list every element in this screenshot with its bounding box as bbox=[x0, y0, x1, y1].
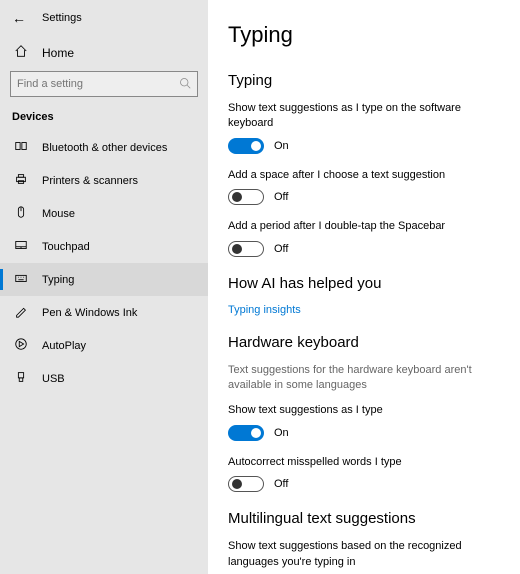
mouse-icon bbox=[14, 205, 28, 222]
section-hardware: Hardware keyboard bbox=[228, 334, 500, 351]
setting-label: Add a space after I choose a text sugges… bbox=[228, 168, 500, 183]
sidebar-item-pen[interactable]: Pen & Windows Ink bbox=[0, 296, 208, 329]
hardware-note: Text suggestions for the hardware keyboa… bbox=[228, 363, 500, 394]
bluetooth-icon bbox=[14, 139, 28, 156]
search-box[interactable] bbox=[10, 71, 198, 97]
pen-icon bbox=[14, 304, 28, 321]
setting-autocorrect: Autocorrect misspelled words I type Off bbox=[228, 455, 500, 492]
sidebar-item-label: Printers & scanners bbox=[42, 175, 138, 187]
sidebar-item-printers[interactable]: Printers & scanners bbox=[0, 164, 208, 197]
sidebar-item-mouse[interactable]: Mouse bbox=[0, 197, 208, 230]
search-input[interactable] bbox=[17, 78, 179, 90]
section-typing: Typing bbox=[228, 72, 500, 89]
sidebar-item-usb[interactable]: USB bbox=[0, 362, 208, 395]
home-nav[interactable]: Home bbox=[0, 34, 208, 71]
setting-add-space: Add a space after I choose a text sugges… bbox=[228, 168, 500, 205]
sidebar-item-label: Typing bbox=[42, 274, 74, 286]
setting-label: Show text suggestions as I type bbox=[228, 403, 500, 418]
home-label: Home bbox=[42, 46, 74, 60]
section-multilingual: Multilingual text suggestions bbox=[228, 510, 500, 527]
sidebar-item-label: AutoPlay bbox=[42, 340, 86, 352]
setting-label: Show text suggestions based on the recog… bbox=[228, 539, 500, 570]
usb-icon bbox=[14, 370, 28, 387]
toggle-state: On bbox=[274, 140, 289, 152]
setting-label: Show text suggestions as I type on the s… bbox=[228, 101, 500, 132]
link-typing-insights[interactable]: Typing insights bbox=[228, 304, 500, 316]
sidebar-section-label: Devices bbox=[0, 97, 208, 131]
toggle-state: Off bbox=[274, 243, 288, 255]
title-bar: ← Settings bbox=[0, 8, 208, 34]
setting-add-period: Add a period after I double-tap the Spac… bbox=[228, 219, 500, 256]
autoplay-icon bbox=[14, 337, 28, 354]
toggle-state: Off bbox=[274, 478, 288, 490]
toggle-state: On bbox=[274, 427, 289, 439]
setting-software-suggestions: Show text suggestions as I type on the s… bbox=[228, 101, 500, 154]
sidebar-item-label: Mouse bbox=[42, 208, 75, 220]
toggle-autocorrect[interactable] bbox=[228, 476, 264, 492]
keyboard-icon bbox=[14, 271, 28, 288]
toggle-state: Off bbox=[274, 191, 288, 203]
toggle-hw-suggestions[interactable] bbox=[228, 425, 264, 441]
toggle-software-suggestions[interactable] bbox=[228, 138, 264, 154]
toggle-add-space[interactable] bbox=[228, 189, 264, 205]
main-content: Typing Typing Show text suggestions as I… bbox=[208, 0, 520, 574]
setting-multilingual: Show text suggestions based on the recog… bbox=[228, 539, 500, 574]
page-title: Typing bbox=[228, 22, 500, 48]
setting-label: Add a period after I double-tap the Spac… bbox=[228, 219, 500, 234]
sidebar-item-autoplay[interactable]: AutoPlay bbox=[0, 329, 208, 362]
sidebar-item-label: Bluetooth & other devices bbox=[42, 142, 167, 154]
sidebar-item-typing[interactable]: Typing bbox=[0, 263, 208, 296]
home-icon bbox=[14, 44, 28, 61]
back-icon[interactable]: ← bbox=[12, 10, 26, 26]
toggle-add-period[interactable] bbox=[228, 241, 264, 257]
sidebar-item-label: USB bbox=[42, 373, 65, 385]
sidebar: ← Settings Home Devices Bluetooth & othe… bbox=[0, 0, 208, 574]
sidebar-item-label: Touchpad bbox=[42, 241, 90, 253]
sidebar-item-touchpad[interactable]: Touchpad bbox=[0, 230, 208, 263]
window-title: Settings bbox=[42, 12, 82, 24]
setting-hw-suggestions: Show text suggestions as I type On bbox=[228, 403, 500, 440]
section-ai: How AI has helped you bbox=[228, 275, 500, 292]
setting-label: Autocorrect misspelled words I type bbox=[228, 455, 500, 470]
printer-icon bbox=[14, 172, 28, 189]
touchpad-icon bbox=[14, 238, 28, 255]
sidebar-item-bluetooth[interactable]: Bluetooth & other devices bbox=[0, 131, 208, 164]
sidebar-item-label: Pen & Windows Ink bbox=[42, 307, 137, 319]
search-icon bbox=[179, 77, 191, 92]
